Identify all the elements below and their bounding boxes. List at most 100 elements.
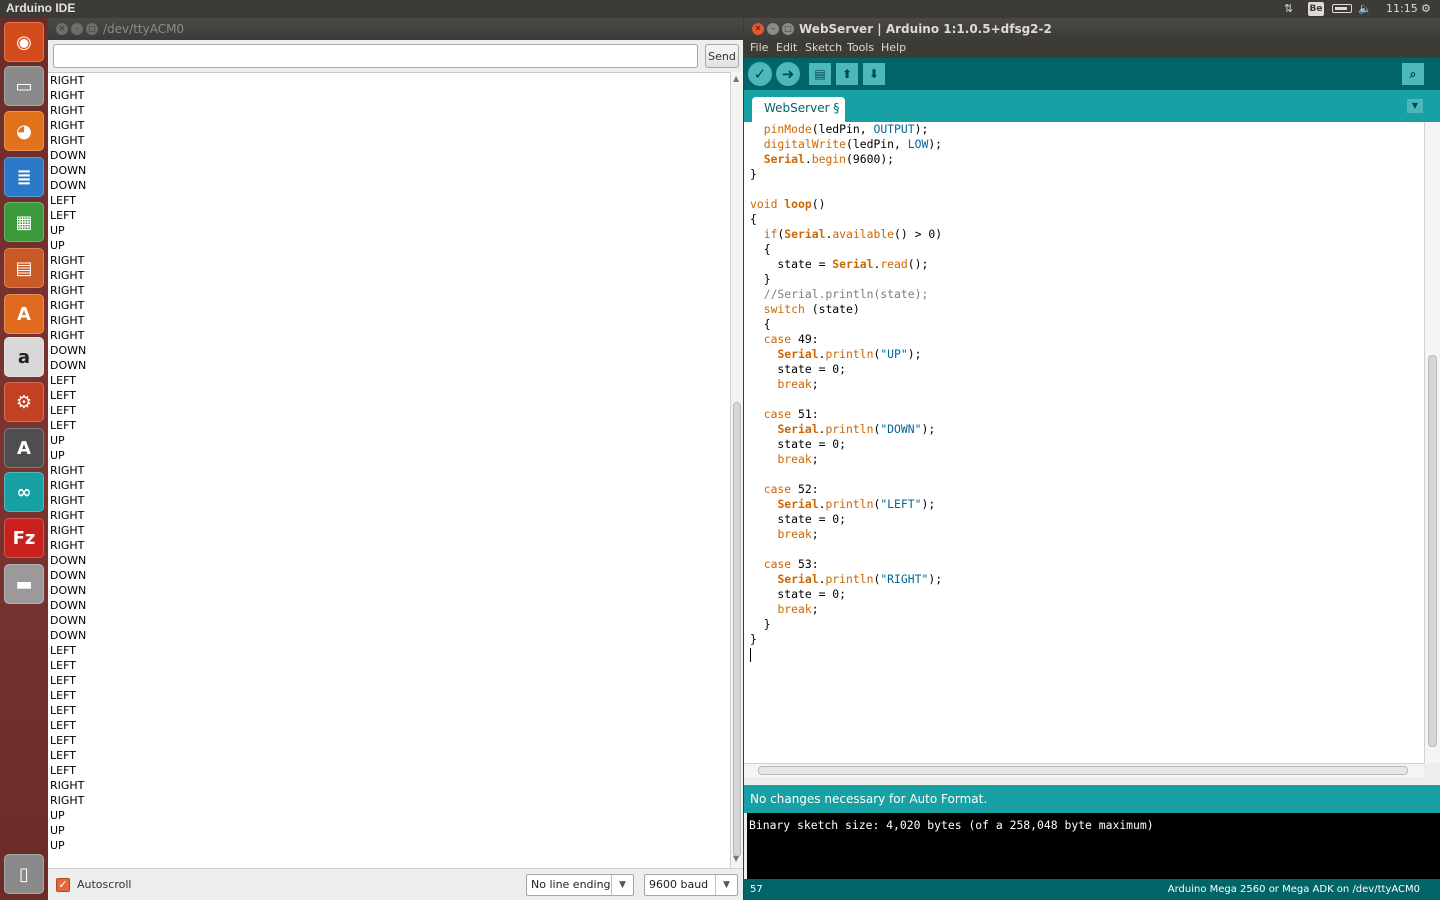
- toolbar: ✓ ➜ ▤ ⬆ ⬇ ⌕: [744, 58, 1440, 90]
- serial-output-line: UP: [50, 449, 65, 462]
- serial-output[interactable]: RIGHT RIGHT RIGHT RIGHT RIGHT DOWN DOWN DOWN LEF…: [48, 72, 730, 868]
- menu-help[interactable]: Help: [881, 41, 906, 54]
- keyboard-layout-indicator[interactable]: Be: [1308, 2, 1324, 16]
- launcher-calc-icon[interactable]: ▦: [4, 202, 44, 242]
- launcher-arduino-icon[interactable]: ∞: [4, 472, 44, 512]
- scrollbar-thumb[interactable]: [758, 766, 1408, 775]
- autoscroll-checkbox[interactable]: ✓: [56, 878, 70, 892]
- session-gear-icon[interactable]: ⚙: [1421, 2, 1431, 15]
- menu-edit[interactable]: Edit: [776, 41, 797, 54]
- serial-output-line: DOWN: [50, 359, 87, 372]
- menu-file[interactable]: File: [750, 41, 768, 54]
- code-token: loop: [784, 197, 812, 211]
- serial-output-line: DOWN: [50, 629, 87, 642]
- serial-output-line: UP: [50, 839, 65, 852]
- code-token: if: [763, 227, 778, 241]
- code-token: 49:: [791, 332, 819, 346]
- network-icon[interactable]: ⇅: [1284, 2, 1293, 15]
- close-icon[interactable]: ✕: [56, 23, 68, 35]
- code-line: {: [744, 212, 1424, 227]
- launcher-drive-icon[interactable]: ▬: [4, 564, 44, 604]
- clock[interactable]: 11:15: [1386, 2, 1418, 15]
- line-ending-select[interactable]: No line ending ▼: [526, 874, 634, 896]
- serial-output-line: DOWN: [50, 164, 87, 177]
- serial-monitor-titlebar[interactable]: ✕ – □ /dev/ttyACM0: [48, 18, 743, 40]
- ide-titlebar[interactable]: ✕ – □ WebServer | Arduino 1:1.0.5+dfsg2-…: [744, 18, 1440, 40]
- console[interactable]: Binary sketch size: 4,020 bytes (of a 25…: [744, 813, 1440, 879]
- code-line: Serial.println("UP");: [744, 347, 1424, 362]
- code-token: switch: [763, 302, 805, 316]
- launcher-software-center-icon[interactable]: A: [4, 294, 44, 334]
- chevron-down-icon[interactable]: ▼: [715, 875, 737, 895]
- serial-output-line: LEFT: [50, 689, 76, 702]
- launcher-amazon-icon[interactable]: a: [4, 337, 44, 377]
- code-token: read: [880, 257, 908, 271]
- open-sketch-icon[interactable]: ⬆: [836, 63, 858, 85]
- serial-output-line: DOWN: [50, 344, 87, 357]
- serial-output-line: RIGHT: [50, 254, 85, 267]
- tab-menu-chevron-icon[interactable]: ▼: [1407, 99, 1423, 113]
- maximize-icon[interactable]: □: [782, 23, 794, 35]
- maximize-icon[interactable]: □: [86, 23, 98, 35]
- editor-vertical-scrollbar[interactable]: [1424, 122, 1440, 763]
- menu-tools[interactable]: Tools: [847, 41, 874, 54]
- launcher-files-icon[interactable]: ▭: [4, 66, 44, 106]
- minimize-icon[interactable]: –: [767, 23, 779, 35]
- serial-output-line: RIGHT: [50, 794, 85, 807]
- serial-input-bar: Send: [48, 40, 743, 72]
- autoscroll-label[interactable]: Autoscroll: [77, 878, 131, 891]
- baud-rate-select[interactable]: 9600 baud ▼: [644, 874, 738, 896]
- scroll-down-icon[interactable]: ▼: [733, 854, 739, 863]
- serial-output-line: LEFT: [50, 419, 76, 432]
- scrollbar-thumb[interactable]: [733, 402, 741, 857]
- serial-output-line: DOWN: [50, 584, 87, 597]
- menu-sketch[interactable]: Sketch: [805, 41, 842, 54]
- new-sketch-icon[interactable]: ▤: [809, 63, 831, 85]
- send-button[interactable]: Send: [705, 44, 739, 68]
- code-token: "LEFT": [880, 497, 922, 511]
- minimize-icon[interactable]: –: [71, 23, 83, 35]
- scrollbar-thumb[interactable]: [1428, 355, 1437, 747]
- launcher: ◉ ▭ ◕ ≣ ▦ ▤ Aa ⚙ A ∞ Fz ▬ ▯: [0, 18, 48, 900]
- serial-output-line: LEFT: [50, 734, 76, 747]
- serial-output-line: UP: [50, 239, 65, 252]
- code-line: {: [744, 317, 1424, 332]
- chevron-down-icon[interactable]: ▼: [611, 875, 633, 895]
- launcher-firefox-icon[interactable]: ◕: [4, 111, 44, 151]
- scroll-up-icon[interactable]: ▲: [733, 74, 739, 83]
- launcher-writer-icon[interactable]: ≣: [4, 157, 44, 197]
- launcher-dash-icon[interactable]: ◉: [4, 22, 44, 62]
- launcher-software-updater-icon[interactable]: A: [4, 428, 44, 468]
- splitter-handle[interactable]: [744, 777, 1440, 785]
- code-token: );: [921, 422, 936, 436]
- volume-icon[interactable]: 🔈: [1358, 2, 1372, 15]
- upload-icon[interactable]: ➜: [776, 62, 800, 86]
- launcher-filezilla-icon[interactable]: Fz: [4, 518, 44, 558]
- code-token: state = 0;: [750, 362, 847, 376]
- launcher-impress-icon[interactable]: ▤: [4, 248, 44, 288]
- close-icon[interactable]: ✕: [752, 23, 764, 35]
- serial-output-line: LEFT: [50, 644, 76, 657]
- serial-output-line: UP: [50, 434, 65, 447]
- serial-output-line: UP: [50, 809, 65, 822]
- editor-horizontal-scrollbar[interactable]: [744, 763, 1424, 777]
- serial-output-line: RIGHT: [50, 779, 85, 792]
- code-token: Serial: [832, 257, 874, 271]
- code-line-cursor: [744, 647, 1424, 662]
- code-line: Serial.begin(9600);: [744, 152, 1424, 167]
- launcher-trash-icon[interactable]: ▯: [4, 854, 44, 894]
- launcher-system-settings-icon[interactable]: ⚙: [4, 382, 44, 422]
- serial-monitor-icon[interactable]: ⌕: [1402, 63, 1424, 85]
- save-sketch-icon[interactable]: ⬇: [863, 63, 885, 85]
- verify-icon[interactable]: ✓: [748, 62, 772, 86]
- code-editor[interactable]: pinMode(ledPin, OUTPUT); digitalWrite(le…: [744, 122, 1424, 763]
- serial-output-scrollbar[interactable]: ▲ ▼: [730, 72, 743, 868]
- serial-input[interactable]: [53, 44, 698, 68]
- code-token: state = 0;: [750, 437, 847, 451]
- code-token: available: [832, 227, 895, 241]
- battery-icon[interactable]: [1332, 4, 1352, 13]
- tab-webserver[interactable]: WebServer §: [752, 97, 846, 122]
